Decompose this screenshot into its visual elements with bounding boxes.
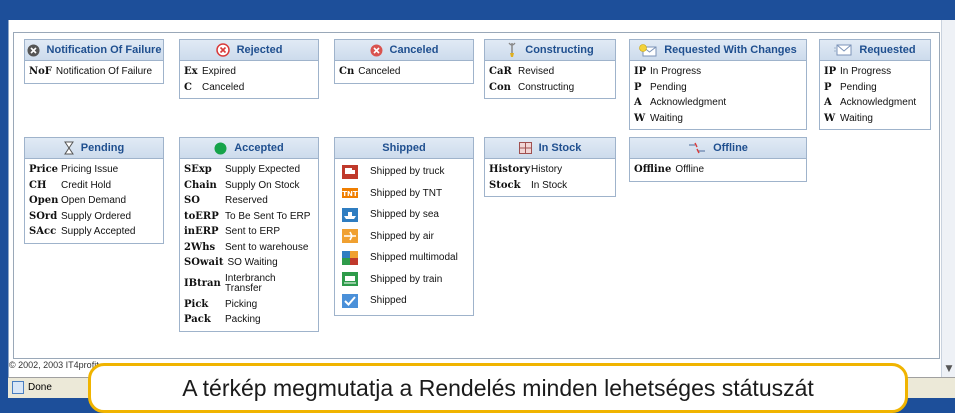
list-item: Price Pricing Issue [29, 164, 119, 176]
multimodal-icon [342, 250, 358, 265]
background-top [0, 0, 955, 20]
list-item: Shipped by air [339, 226, 469, 248]
list-item: toERP To Be Sent To ERP [184, 210, 311, 222]
list-item: Cn Canceled [339, 66, 401, 78]
envelope-bulb-icon [639, 43, 657, 57]
card-notification-of-failure: Notification Of Failure NoF Notification … [24, 39, 164, 84]
list-item: Chain Supply On Stock [184, 179, 300, 191]
list-item: Pick Picking [184, 298, 258, 310]
list-item: Shipped by train [339, 269, 469, 291]
card-title: Shipped [382, 142, 426, 154]
list-item: Shipped by sea [339, 204, 469, 226]
card-title: Canceled [389, 44, 439, 56]
caption-banner: A térkép megmutatja a Rendelés minden le… [88, 363, 908, 413]
svg-text:TNT: TNT [342, 190, 358, 198]
list-item: W Waiting [634, 112, 683, 124]
card-shipped: Shipped Shipped by truck TNT Shipped by … [334, 137, 474, 316]
card-rejected: Rejected Ex Expired C Canceled [179, 39, 319, 99]
card-title: Constructing [525, 44, 594, 56]
list-item: IP In Progress [824, 66, 892, 78]
train-icon [342, 272, 358, 287]
list-item: Shipped [339, 290, 469, 312]
card-title: Accepted [234, 142, 284, 154]
card-pending: Pending Price Pricing Issue CH Credit Hold… [24, 137, 164, 244]
card-canceled: Canceled Cn Canceled [334, 39, 474, 84]
list-item: inERP Sent to ERP [184, 226, 281, 238]
green-dot-icon [214, 142, 227, 155]
envelope-icon [834, 44, 852, 56]
list-item: W Waiting [824, 112, 873, 124]
x-circle-dark-icon [27, 44, 40, 57]
list-item: SOwait SO Waiting [184, 257, 278, 269]
list-item: SO Reserved [184, 195, 268, 207]
vertical-scrollbar[interactable]: ▼ [941, 20, 955, 377]
status-text: Done [28, 382, 52, 393]
list-item: SAcc Supply Accepted [29, 226, 136, 238]
list-item: Offline Offline [634, 164, 705, 176]
wrench-icon [506, 42, 518, 58]
card-title: Offline [713, 142, 748, 154]
checkmark-icon [342, 293, 358, 308]
list-item: A Acknowledgment [634, 97, 727, 109]
list-item: A Acknowledgment [824, 97, 917, 109]
list-item: TNT Shipped by TNT [342, 186, 443, 200]
list-item: CH Credit Hold [29, 179, 112, 191]
card-title: In Stock [538, 142, 582, 154]
page-icon [12, 381, 24, 394]
status-map-frame: Notification Of Failure NoF Notification … [13, 32, 940, 359]
list-item: 2Whs Sent to warehouse [184, 241, 309, 253]
list-item: CaR Revised [489, 66, 555, 78]
list-item: Shipped multimodal [339, 247, 469, 269]
card-requested: Requested IP In Progress P Pending A Acknow… [819, 39, 931, 130]
card-offline: Offline Offline Offline [629, 137, 807, 182]
browser-window: Notification Of Failure NoF Notification … [8, 20, 955, 377]
x-circle-filled-red-icon [370, 44, 383, 57]
card-constructing: Constructing CaR Revised Con Constructing [484, 39, 616, 99]
card-title: Rejected [236, 44, 283, 56]
card-title: Notification Of Failure [46, 44, 162, 56]
scroll-down-arrow-icon[interactable]: ▼ [943, 363, 955, 375]
card-title: Pending [80, 142, 125, 154]
list-item: Open Open Demand [29, 195, 127, 207]
list-item: C Canceled [184, 81, 245, 93]
list-item: P Pending [634, 81, 687, 93]
list-item: Con Constructing [489, 81, 575, 93]
tnt-logo-icon: TNT [342, 186, 358, 200]
card-in-stock: In Stock History History Stock In Stock [484, 137, 616, 197]
list-item: Pack Packing [184, 314, 261, 326]
airplane-icon [342, 229, 358, 244]
list-item: NoF Notification Of Failure [29, 66, 153, 78]
card-title: Requested With Changes [664, 44, 797, 56]
ship-icon [342, 207, 358, 222]
grid-box-icon [518, 142, 532, 154]
copyright-text: © 2002, 2003 IT4profit [9, 360, 99, 370]
list-item: History History [489, 164, 563, 176]
truck-icon [342, 164, 358, 179]
unplugged-icon [688, 142, 706, 154]
x-circle-red-icon [215, 43, 230, 57]
list-item: SOrd Supply Ordered [29, 210, 132, 222]
list-item: IP In Progress [634, 66, 702, 78]
hourglass-icon [63, 141, 74, 155]
list-item: SExp Supply Expected [184, 164, 301, 176]
list-item: IBtran Interbranch Transfer [184, 272, 276, 294]
list-item: P Pending [824, 81, 877, 93]
list-item: Stock In Stock [489, 179, 568, 191]
card-accepted: Accepted SExp Supply Expected Chain Supply… [179, 137, 319, 332]
list-item: Shipped by truck [339, 161, 469, 183]
card-title: Requested [859, 44, 916, 56]
list-item: Ex Expired [184, 66, 236, 78]
card-requested-with-changes: Requested With Changes IP In Progress P Pe… [629, 39, 807, 130]
